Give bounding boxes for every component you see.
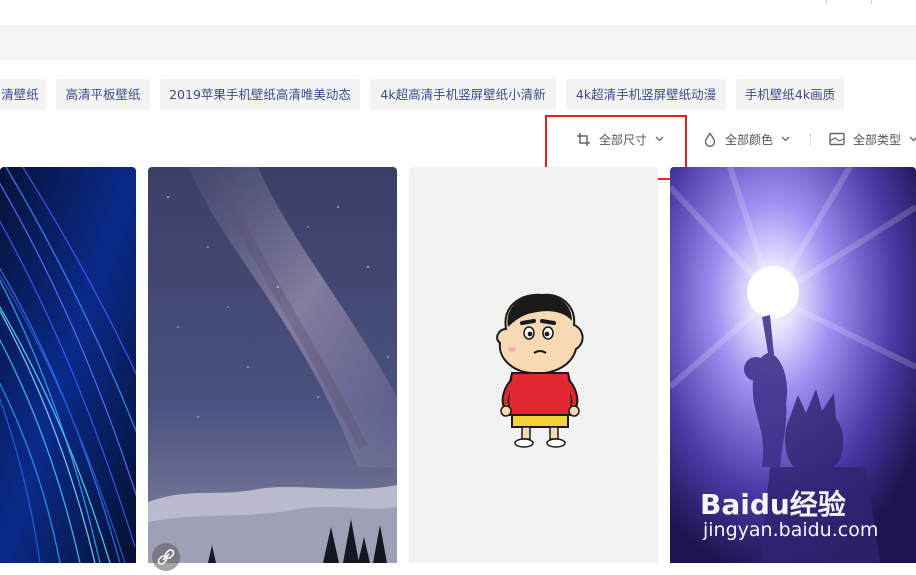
shinchan-image: [409, 167, 658, 563]
related-tag[interactable]: 手机壁纸4k画质: [736, 79, 844, 110]
header-divider: [826, 0, 827, 4]
image-result-card[interactable]: [0, 167, 136, 563]
related-tag[interactable]: 4k超高清手机竖屏壁纸小清新: [370, 79, 556, 110]
related-tags-row: 清壁纸 高清平板壁纸 2019苹果手机壁纸高清唯美动态 4k超高清手机竖屏壁纸小…: [0, 79, 916, 110]
filter-divider: [810, 133, 811, 146]
chain-link-icon: [157, 549, 175, 565]
milky-way-image: [148, 167, 397, 563]
related-tag[interactable]: 4k超清手机竖屏壁纸动漫: [566, 79, 726, 110]
top-header-bar: [0, 0, 916, 27]
related-tag[interactable]: 2019苹果手机壁纸高清唯美动态: [160, 79, 360, 110]
header-divider: [871, 0, 872, 4]
image-result-card[interactable]: [148, 167, 397, 563]
image-result-card[interactable]: [670, 167, 916, 563]
droplet-icon: [704, 131, 716, 147]
chevron-down-icon: [781, 136, 790, 142]
related-tag[interactable]: 清壁纸: [0, 79, 46, 110]
link-icon[interactable]: [152, 543, 180, 571]
color-filter-dropdown[interactable]: 全部颜色: [703, 124, 790, 154]
image-result-card[interactable]: [409, 167, 658, 563]
blue-fiber-light-image: [0, 167, 136, 563]
search-bar-strip: [0, 27, 916, 61]
image-frame-icon: [829, 132, 845, 146]
chevron-down-icon: [909, 136, 916, 142]
filter-bar: 全部尺寸 全部颜色 全部类型: [0, 124, 916, 154]
anime-energy-image: [670, 167, 916, 563]
color-filter-label: 全部颜色: [725, 132, 774, 147]
related-tag[interactable]: 高清平板壁纸: [56, 79, 150, 110]
type-filter-label: 全部类型: [853, 132, 902, 147]
type-filter-dropdown[interactable]: 全部类型: [829, 124, 916, 154]
